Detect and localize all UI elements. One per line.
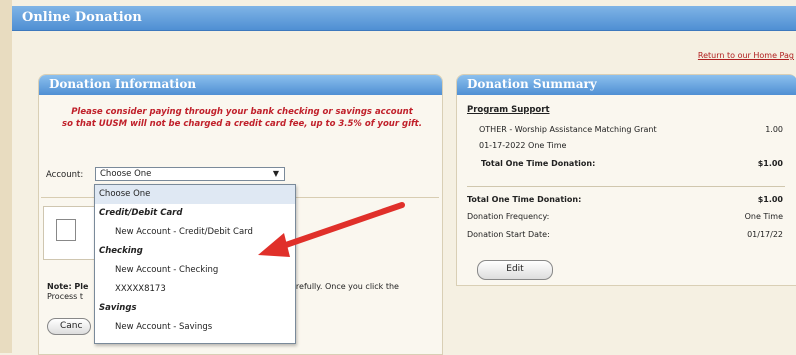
dropdown-option[interactable]: New Account - Savings — [95, 318, 295, 337]
start-date-label: Donation Start Date: — [467, 230, 550, 239]
subtotal-value: $1.00 — [757, 159, 783, 168]
total-label: Total One Time Donation: — [467, 195, 582, 204]
notice-line-2: so that UUSM will not be charged a credi… — [62, 119, 422, 129]
frequency-label: Donation Frequency: — [467, 212, 550, 221]
item-name: OTHER - Worship Assistance Matching Gran… — [479, 125, 657, 134]
note-text-right: arefully. Once you click the — [291, 282, 399, 291]
account-label: Account: — [46, 170, 84, 180]
item-amount: 1.00 — [765, 125, 783, 134]
item-date: 01-17-2022 One Time — [479, 141, 567, 150]
account-select[interactable]: Choose One ▼ — [95, 167, 285, 181]
page-left-border — [0, 0, 12, 353]
home-page-link[interactable]: Return to our Home Pag — [698, 51, 794, 60]
start-date-value: 01/17/22 — [747, 230, 783, 239]
subtotal-label: Total One Time Donation: — [481, 159, 596, 168]
dropdown-option[interactable]: XXXXX8173 — [95, 280, 295, 299]
notice-line-1: Please consider paying through your bank… — [71, 107, 413, 117]
header-bar: Online Donation — [12, 6, 796, 31]
annotation-arrow-icon — [258, 202, 405, 257]
frequency-value: One Time — [744, 212, 783, 221]
edit-button[interactable]: Edit — [477, 260, 553, 280]
donation-information-title: Donation Information — [39, 75, 442, 95]
account-select-value: Choose One — [100, 169, 152, 179]
dropdown-group-label: Savings — [99, 303, 137, 313]
chevron-down-icon: ▼ — [272, 169, 279, 178]
cancel-button[interactable]: Canc — [47, 318, 91, 335]
agreement-checkbox[interactable] — [56, 219, 76, 241]
divider — [467, 186, 785, 187]
page-title: Online Donation — [22, 10, 142, 25]
payment-notice: Please consider paying through your bank… — [57, 106, 427, 130]
donation-summary-title: Donation Summary — [457, 75, 796, 95]
program-support-heading: Program Support — [467, 105, 550, 115]
total-value: $1.00 — [757, 195, 783, 204]
donation-summary-panel: Donation Summary Program Support OTHER -… — [456, 74, 796, 286]
